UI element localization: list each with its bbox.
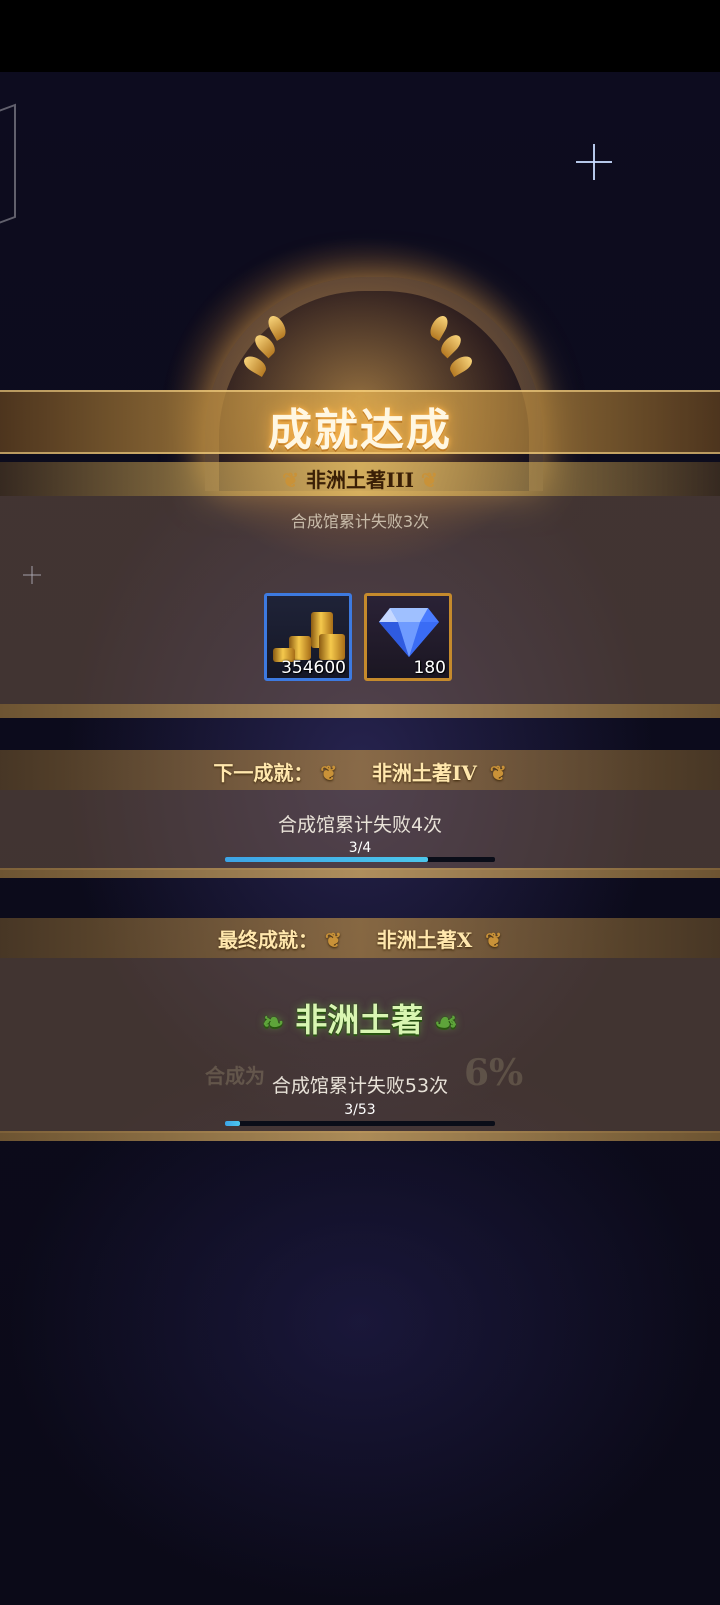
final-achievement-progress-bar — [225, 1121, 495, 1126]
reward-gold-coins[interactable]: 354600 — [264, 593, 352, 681]
next-achievement-progress-bar — [225, 857, 495, 862]
sparkle-star-icon — [576, 144, 612, 180]
achievement-name: ❦ 非洲土著III ❦ — [0, 464, 720, 493]
achievement-description: 合成馆累计失败3次 — [290, 512, 430, 531]
final-achievement-task: 合成馆累计失败53次 — [271, 1075, 449, 1097]
wheat-left-icon: ❦ — [324, 928, 342, 952]
wheat-right-icon: ❦ — [489, 761, 507, 785]
laurel-left-icon — [240, 313, 300, 385]
wheat-right-icon: ❦ — [485, 928, 502, 952]
final-achievement-progress-fill — [225, 1121, 241, 1126]
final-achievement-badge: ❧ 非洲土著 ☙ — [0, 995, 720, 1041]
final-achievement-progress-text: 3/53 — [344, 1102, 376, 1118]
next-achievement-task: 合成馆累计失败4次 — [277, 814, 443, 836]
next-achievement-name: 非洲土著IV — [372, 761, 477, 785]
next-achievement-title: 下一成就： ❦ 非洲土著IV ❦ — [0, 757, 720, 786]
final-achievement-panel-edge — [0, 1131, 720, 1141]
achievement-name-text: 非洲土著III — [305, 468, 415, 492]
final-achievement-label: 最终成就： — [218, 928, 319, 952]
final-achievement-title: 最终成就： ❦ 非洲土著X ❦ — [0, 924, 720, 953]
wheat-left-icon: ❦ — [282, 468, 299, 492]
wing-left-icon: ❧ — [262, 1008, 285, 1038]
next-achievement-progress-text: 3/4 — [348, 840, 372, 856]
next-achievement-progress-fill — [225, 857, 428, 862]
status-bar — [0, 0, 720, 72]
next-achievement-label: 下一成就： — [213, 761, 314, 785]
wheat-left-icon: ❦ — [320, 761, 338, 785]
next-achievement-panel-edge — [0, 868, 720, 878]
final-achievement-name: 非洲土著X — [376, 928, 473, 952]
diamond-icon — [379, 608, 439, 657]
wing-right-icon: ☙ — [434, 1008, 458, 1038]
reward-quantity: 180 — [413, 658, 446, 678]
reward-diamond[interactable]: 180 — [364, 593, 452, 681]
wheat-right-icon: ❦ — [421, 468, 438, 492]
laurel-right-icon — [420, 313, 480, 385]
reward-quantity: 354600 — [281, 658, 346, 678]
achievement-banner-title: 成就达成 — [268, 405, 452, 456]
reward-panel-edge — [0, 704, 720, 718]
final-achievement-badge-text: 非洲土著 — [295, 1001, 424, 1039]
close-bracket-icon[interactable] — [0, 103, 16, 235]
